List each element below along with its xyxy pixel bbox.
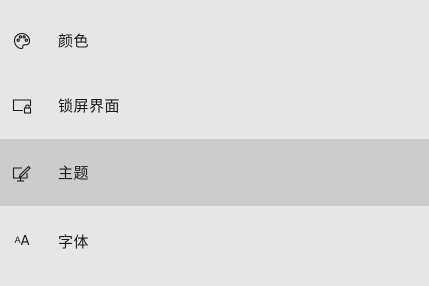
- nav-item-themes[interactable]: 主题: [0, 139, 429, 206]
- personalization-nav-list: 颜色 锁屏界面 主题 AA 字体: [0, 0, 429, 286]
- nav-item-colors[interactable]: 颜色: [0, 7, 429, 74]
- nav-item-label: 字体: [58, 233, 90, 251]
- nav-item-label: 主题: [58, 164, 90, 182]
- nav-item-label: 颜色: [58, 32, 90, 50]
- theme-icon: [12, 163, 32, 183]
- nav-item-fonts[interactable]: AA 字体: [0, 208, 429, 275]
- palette-icon: [12, 31, 32, 51]
- nav-item-label: 锁屏界面: [58, 97, 121, 115]
- font-icon: AA: [14, 234, 30, 249]
- lock-screen-icon: [12, 96, 32, 116]
- nav-item-lock-screen[interactable]: 锁屏界面: [0, 72, 429, 139]
